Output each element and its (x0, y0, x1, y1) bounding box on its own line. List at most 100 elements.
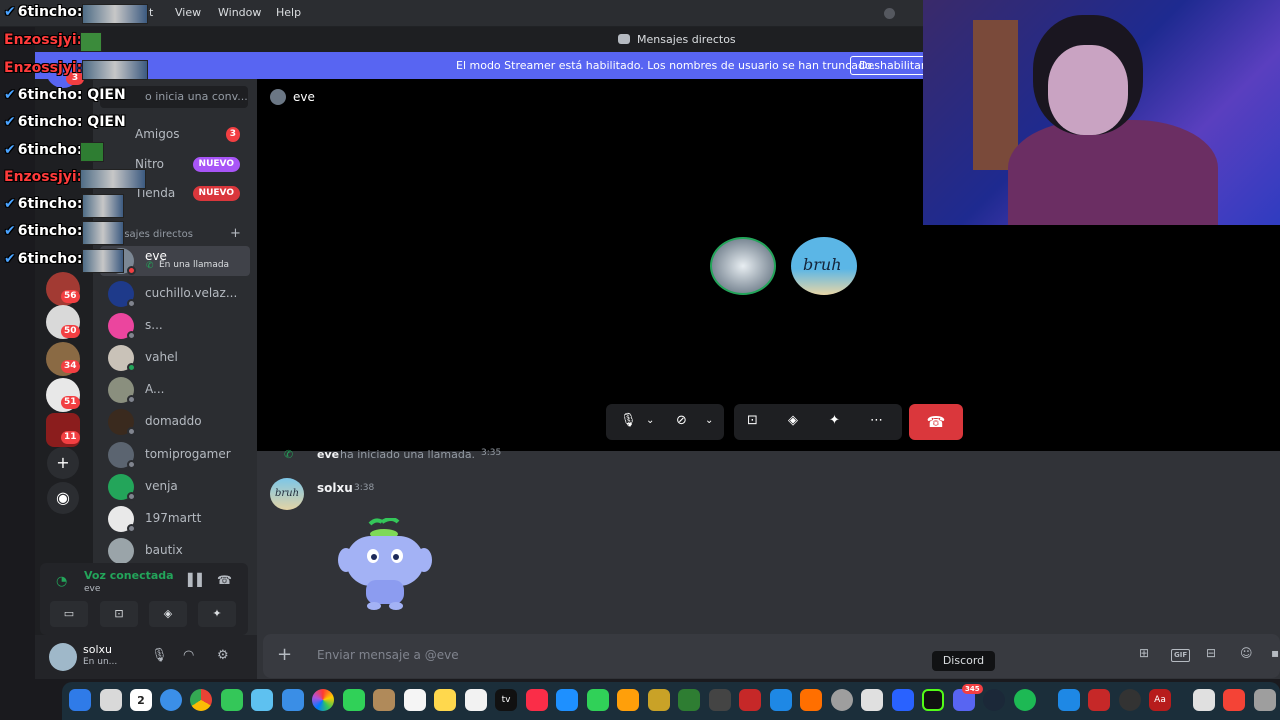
sticker-icon[interactable]: ⊟ (1206, 646, 1216, 660)
apple-tv-icon[interactable]: tv (495, 689, 517, 711)
microphone-icon[interactable]: 🎙 (620, 413, 637, 428)
status-icon (127, 299, 136, 308)
add-attachment-icon[interactable]: + (277, 644, 292, 665)
dm-name: s... (145, 318, 163, 332)
screen-share-button[interactable]: ⊡ (100, 601, 138, 627)
apps-icon[interactable]: ▪ (1271, 646, 1279, 660)
soundboard-button[interactable]: ✦ (198, 601, 236, 627)
message-author[interactable]: solxu (317, 481, 353, 495)
activity-icon[interactable]: ◈ (788, 413, 798, 428)
add-dm-icon[interactable]: + (230, 226, 241, 241)
user-name: solxu (83, 643, 112, 656)
dm-item[interactable]: venja (100, 472, 250, 502)
soundboard-icon[interactable]: ✦ (829, 413, 840, 428)
minecraft-icon[interactable] (678, 689, 700, 711)
dm-item[interactable]: tomiprogamer (100, 440, 250, 470)
dm-item[interactable]: s... (100, 311, 250, 341)
bluetooth-icon[interactable] (1058, 689, 1080, 711)
music-icon[interactable] (526, 689, 548, 711)
pdf-icon[interactable] (1223, 689, 1245, 711)
system-user[interactable]: eve (317, 448, 339, 461)
app-icon[interactable] (709, 689, 731, 711)
avatar[interactable]: bruh (270, 478, 304, 510)
menu-view[interactable]: View (175, 6, 201, 19)
app-icon[interactable] (861, 689, 883, 711)
mail-icon[interactable] (282, 689, 304, 711)
more-icon[interactable]: ⋯ (870, 413, 883, 428)
safari-icon[interactable] (160, 689, 182, 711)
hang-up-button[interactable]: ☎ (909, 404, 963, 440)
app-icon[interactable] (1119, 689, 1141, 711)
dm-item[interactable]: 197martt (100, 504, 250, 534)
user-status: En un... (83, 657, 118, 667)
check-icon: ✔ (4, 142, 16, 158)
dm-name: domaddo (145, 414, 202, 428)
freeform-icon[interactable] (465, 689, 487, 711)
participant-tile[interactable] (710, 237, 776, 295)
emoji-icon[interactable]: ☺ (1240, 646, 1253, 660)
screen-share-icon[interactable]: ⊡ (747, 413, 758, 428)
steam-icon[interactable] (983, 689, 1005, 711)
activity-button[interactable]: ◈ (149, 601, 187, 627)
facetime-icon[interactable] (343, 689, 365, 711)
gif-button[interactable]: GIF (1171, 649, 1191, 662)
spotify-icon[interactable] (1014, 689, 1036, 711)
app-store-icon[interactable] (770, 689, 792, 711)
noise-suppression-icon[interactable]: ▌▌ (188, 573, 206, 587)
dm-item[interactable]: domaddo (100, 407, 250, 437)
disconnect-icon[interactable]: ☎ (217, 573, 232, 587)
participant-tile[interactable]: bruh (791, 237, 857, 295)
app-icon[interactable] (739, 689, 761, 711)
avatar[interactable] (49, 643, 77, 671)
game-icon[interactable] (648, 689, 670, 711)
settings-gear-icon[interactable]: ⚙ (217, 648, 229, 663)
app-icon[interactable] (831, 689, 853, 711)
finder-icon[interactable] (69, 689, 91, 711)
keynote-icon[interactable] (556, 689, 578, 711)
menu-help[interactable]: Help (276, 6, 301, 19)
add-server-icon[interactable]: + (47, 447, 79, 479)
chat-line: ✔ 6tincho: QIEN (4, 114, 126, 130)
photos-icon[interactable] (312, 689, 334, 711)
microphone-icon[interactable]: 🎙 (151, 648, 168, 663)
headphones-icon[interactable]: ◠ (183, 648, 194, 663)
chat-line: ✔ 6tincho: QIEN (4, 87, 126, 103)
reminders-icon[interactable] (404, 689, 426, 711)
camera-off-icon[interactable]: ⊘ (676, 413, 687, 428)
chat-line: ✔ 6tincho: (4, 142, 82, 158)
trash-icon[interactable] (1254, 689, 1276, 711)
chat-user: Enzossjyi: (4, 169, 83, 185)
wumpus-sticker (336, 517, 434, 614)
chevron-down-icon[interactable]: ⌄ (646, 415, 654, 426)
messages-icon[interactable] (221, 689, 243, 711)
chevron-down-icon[interactable]: ⌄ (705, 415, 713, 426)
dm-name: A... (145, 382, 165, 396)
dm-item[interactable]: cuchillo.velaz... (100, 279, 250, 309)
phone-icon: ✆ (146, 261, 154, 271)
launchpad-icon[interactable] (100, 689, 122, 711)
shop-new-badge: NUEVO (192, 186, 240, 201)
contacts-icon[interactable] (373, 689, 395, 711)
calendar-icon[interactable]: 2 (130, 689, 152, 711)
message-input[interactable]: + Enviar mensaje a @eve ⊞ GIF ⊟ ☺ ▪ (263, 634, 1280, 678)
document-icon[interactable] (1193, 689, 1215, 711)
gift-icon[interactable]: ⊞ (1139, 646, 1149, 660)
numbers-icon[interactable] (587, 689, 609, 711)
chrome-icon[interactable] (190, 689, 212, 711)
among-us-icon[interactable] (1088, 689, 1110, 711)
explore-icon[interactable]: ◉ (47, 482, 79, 514)
camera-off-button[interactable]: ▭ (50, 601, 88, 627)
notes-icon[interactable] (434, 689, 456, 711)
dm-item[interactable]: vahel (100, 343, 250, 373)
dm-item[interactable]: bautix (100, 536, 250, 566)
app-icon[interactable] (800, 689, 822, 711)
maps-icon[interactable] (251, 689, 273, 711)
dm-item[interactable]: A... (100, 375, 250, 405)
pages-icon[interactable] (617, 689, 639, 711)
signal-icon: ◔ (56, 574, 68, 589)
app-icon[interactable] (892, 689, 914, 711)
dictionary-icon[interactable]: Aa (1149, 689, 1171, 711)
kick-icon[interactable] (922, 689, 944, 711)
disable-streamer-button[interactable]: Deshabilitar (850, 56, 935, 75)
menu-window[interactable]: Window (218, 6, 261, 19)
